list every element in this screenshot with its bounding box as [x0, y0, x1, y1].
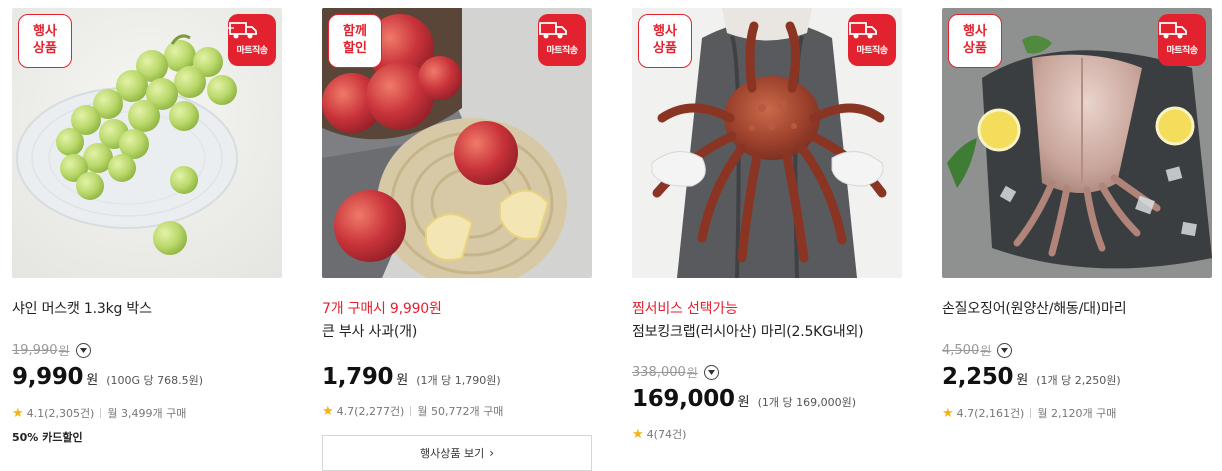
sale-price: 1,790: [322, 364, 394, 390]
unit-price: (100G 당 768.5원): [106, 374, 204, 387]
chevron-down-icon: [707, 370, 715, 375]
product-card-squid[interactable]: 행사 상품 마트직송 손질오징어(원양산/해동/대)마리 4,500 원 2,25…: [942, 8, 1212, 468]
event-button-label: 행사상품 보기: [419, 447, 485, 460]
rating-row: ★ 4.7 (2,277건) 월 50,772개 구매: [322, 403, 503, 419]
price-detail-toggle[interactable]: [997, 343, 1013, 358]
product-card-king-crab[interactable]: 행사 상품 마트직송 찜서비스 선택가능 점보킹크랩(러시아산) 마리(2.5K…: [632, 8, 902, 468]
rating-row: ★ 4.7 (2,161건) 월 2,120개 구매: [942, 405, 1116, 421]
delivery-truck-icon: [228, 22, 257, 39]
card-discount-label: 50% 카드할인: [12, 431, 83, 444]
monthly-sales: 월 3,499개 구매: [107, 407, 187, 420]
promo-text: 7개 구매시 9,990원: [322, 301, 442, 317]
review-count: (2,305건): [44, 407, 95, 420]
original-price-value: 4,500: [942, 343, 980, 358]
original-price: 4,500 원: [942, 342, 1013, 359]
rating-value: 4.1: [26, 406, 45, 420]
view-event-products-button[interactable]: 행사상품 보기 ›: [322, 435, 592, 471]
original-price-won: 원: [686, 366, 698, 380]
mart-badge-label: 마트직송: [546, 46, 578, 56]
chevron-down-icon: [79, 348, 87, 353]
sale-price-line: 1,790 원 (1개 당 1,790원): [322, 364, 501, 390]
divider: [1030, 408, 1032, 418]
review-count: (2,277건): [354, 405, 405, 418]
unit-price: (1개 당 2,250원): [1036, 374, 1121, 387]
original-price: 19,990 원: [12, 342, 91, 359]
monthly-sales: 월 50,772개 구매: [417, 405, 504, 418]
rating-value: 4.7: [956, 406, 975, 420]
review-count: (74건): [653, 428, 687, 441]
product-name[interactable]: 샤인 머스캣 1.3kg 박스: [12, 298, 152, 318]
sale-price-line: 169,000 원 (1개 당 169,000원): [632, 386, 856, 412]
product-card-shine-muscat[interactable]: 행사 상품 마트직송 샤인 머스캣 1.3kg 박스 19,990 원 9,990…: [12, 8, 282, 468]
product-image-shine-muscat[interactable]: 행사 상품 마트직송: [12, 8, 282, 278]
delivery-truck-icon: [1159, 22, 1187, 39]
monthly-sales: 월 2,120개 구매: [1037, 407, 1117, 420]
product-image-squid[interactable]: 행사 상품 마트직송: [942, 8, 1212, 278]
star-icon: ★: [322, 403, 334, 419]
event-badge: 행사 상품: [948, 14, 1002, 68]
sale-price: 2,250: [942, 364, 1014, 390]
price-detail-toggle[interactable]: [75, 343, 91, 358]
divider: [410, 406, 412, 416]
chevron-down-icon: [1001, 348, 1009, 353]
divider: [100, 408, 102, 418]
product-name[interactable]: 손질오징어(원양산/해동/대)마리: [942, 298, 1127, 318]
unit-price: (1개 당 1,790원): [416, 374, 501, 387]
promo-text: 찜서비스 선택가능: [632, 301, 738, 317]
mart-delivery-badge: 마트직송: [1158, 14, 1206, 66]
star-icon: ★: [632, 426, 644, 442]
product-image-apple[interactable]: 함께 할인 마트직송: [322, 8, 592, 278]
event-badge: 함께 할인: [328, 14, 382, 68]
delivery-truck-icon: [849, 22, 877, 39]
sale-price-won: 원: [737, 395, 750, 410]
original-price-value: 338,000: [632, 365, 686, 380]
original-price: 338,000 원: [632, 364, 719, 381]
unit-price: (1개 당 169,000원): [757, 396, 857, 409]
sale-price: 9,990: [12, 364, 84, 390]
chevron-right-icon: ›: [489, 446, 495, 460]
original-price-won: 원: [980, 344, 992, 358]
mart-delivery-badge: 마트직송: [848, 14, 896, 66]
sale-price-won: 원: [86, 373, 99, 388]
sale-price-won: 원: [1016, 373, 1029, 388]
star-icon: ★: [12, 405, 24, 421]
mart-delivery-badge: 마트직송: [228, 14, 276, 66]
event-badge: 행사 상품: [18, 14, 72, 68]
event-badge: 행사 상품: [638, 14, 692, 68]
star-icon: ★: [942, 405, 954, 421]
mart-delivery-badge: 마트직송: [538, 14, 586, 66]
product-name[interactable]: 큰 부사 사과(개): [322, 321, 417, 341]
rating-value: 4: [646, 427, 654, 441]
product-card-apple[interactable]: 함께 할인 마트직송 7개 구매시 9,990원 큰 부사 사과(개) 1,79…: [322, 8, 592, 471]
sale-price-line: 2,250 원 (1개 당 2,250원): [942, 364, 1121, 390]
delivery-truck-icon: [539, 22, 567, 39]
review-count: (2,161건): [974, 407, 1025, 420]
rating-row: ★ 4.1 (2,305건) 월 3,499개 구매: [12, 405, 186, 421]
product-name[interactable]: 점보킹크랩(러시아산) 마리(2.5KG내외): [632, 321, 864, 341]
sale-price-won: 원: [396, 373, 409, 388]
product-image-king-crab[interactable]: 행사 상품 마트직송: [632, 8, 902, 278]
rating-row: ★ 4 (74건): [632, 426, 686, 442]
mart-badge-label: 마트직송: [236, 46, 268, 56]
rating-value: 4.7: [336, 404, 355, 418]
mart-badge-label: 마트직송: [1166, 46, 1198, 56]
mart-badge-label: 마트직송: [856, 46, 888, 56]
sale-price: 169,000: [632, 386, 735, 412]
original-price-value: 19,990: [12, 343, 58, 358]
sale-price-line: 9,990 원 (100G 당 768.5원): [12, 364, 203, 390]
price-detail-toggle[interactable]: [703, 365, 719, 380]
original-price-won: 원: [58, 344, 70, 358]
